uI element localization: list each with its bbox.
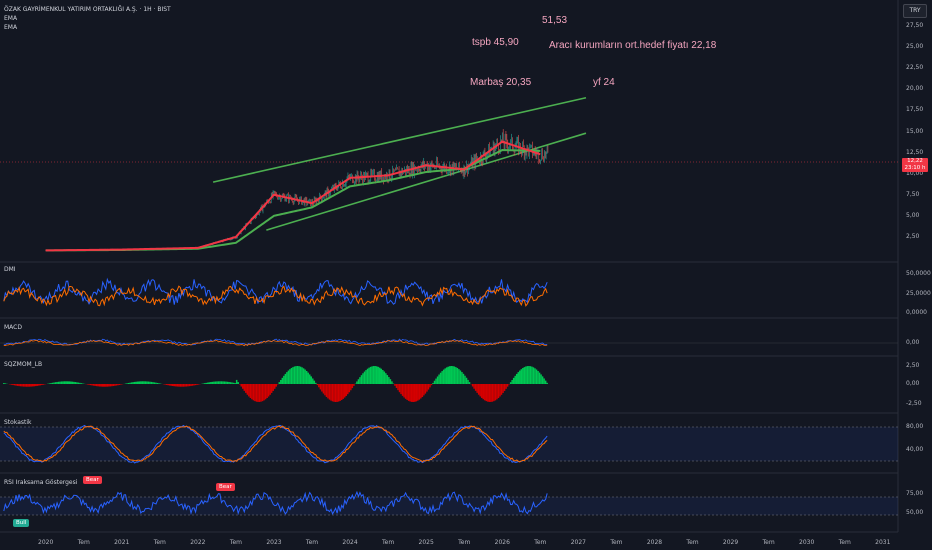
ema-slow-line: [45, 149, 541, 252]
macd-label[interactable]: MACD: [4, 324, 22, 331]
stoch-band: [0, 427, 898, 461]
sqz-tick-3: -2,50: [906, 400, 922, 407]
stoch-tick-1: 80,00: [906, 423, 924, 430]
chart-canvas[interactable]: [0, 0, 932, 550]
annotation-2[interactable]: tspb 45,90: [472, 37, 519, 48]
dmi-label[interactable]: DMI: [4, 266, 16, 273]
price-tick: 5,00: [906, 211, 920, 219]
time-tick: 2024: [342, 539, 358, 546]
chart-stage[interactable]: [0, 0, 932, 550]
dmi-tick-2: 25,0000: [906, 290, 931, 297]
price-tick: 25,00: [906, 43, 924, 51]
time-tick: Tem: [382, 539, 395, 546]
time-tick: Tem: [229, 539, 242, 546]
time-tick: Tem: [686, 539, 699, 546]
sqz-tick-1: 2,50: [906, 362, 920, 369]
time-tick: 2029: [722, 539, 739, 546]
time-tick: 2021: [114, 539, 130, 546]
time-tick: 2022: [190, 539, 206, 546]
last-price-countdown: 23:10 h: [904, 165, 926, 171]
rsi-bear-signal-1[interactable]: Bear: [83, 476, 102, 484]
sqzmom-label[interactable]: SQZMOM_LB: [4, 361, 42, 368]
rsi-tick-2: 50,00: [906, 509, 924, 516]
price-tick: 20,00: [906, 85, 924, 93]
time-tick: 2020: [38, 539, 54, 546]
time-tick: Tem: [762, 539, 775, 546]
currency-badge[interactable]: TRY: [903, 4, 927, 18]
time-tick: Tem: [610, 539, 623, 546]
macd-tick-1: 0,00: [906, 339, 920, 346]
dmi-tick-1: 50,0000: [906, 270, 931, 277]
price-tick: 15,00: [906, 127, 924, 135]
time-tick: 2030: [799, 539, 815, 546]
time-tick: 2023: [266, 539, 282, 546]
stoch-tick-2: 40,00: [906, 446, 924, 453]
ema-fast-line: [45, 140, 541, 252]
time-tick: 2025: [418, 539, 434, 546]
stoch-label[interactable]: Stokastik: [4, 419, 32, 426]
rsi-bull-signal[interactable]: Bull: [13, 519, 30, 527]
rsi-tick-1: 75,00: [906, 490, 924, 497]
annotation-3[interactable]: Aracı kurumların ort.hedef fiyatı 22,18: [549, 40, 716, 51]
dmi-tick-3: 0,0000: [906, 309, 927, 316]
indicator-ema-2[interactable]: EMA: [4, 23, 171, 32]
price-tick: 12,50: [906, 148, 924, 156]
last-price-tag: 12,22 23:10 h: [902, 158, 928, 172]
rsi-label[interactable]: RSI Iraksama Göstergesi: [4, 479, 77, 486]
price-tick: 17,50: [906, 106, 924, 114]
time-tick: Tem: [838, 539, 851, 546]
price-tick: 22,50: [906, 64, 924, 72]
symbol-title[interactable]: ÖZAK GAYRİMENKUL YATIRIM ORTAKLIĞI A.Ş. …: [4, 5, 171, 14]
sqz-tick-2: 0,00: [906, 380, 920, 387]
indicator-ema-1[interactable]: EMA: [4, 14, 171, 23]
time-tick: Tem: [77, 539, 90, 546]
time-tick: Tem: [534, 539, 547, 546]
price-tick: 2,50: [906, 232, 920, 240]
annotation-4[interactable]: Marbaş 20,35: [470, 77, 531, 88]
time-tick: 2031: [875, 539, 891, 546]
time-tick: Tem: [153, 539, 166, 546]
price-tick: 27,50: [906, 22, 924, 30]
time-tick: 2026: [494, 539, 510, 546]
time-tick: Tem: [305, 539, 319, 546]
chart-header: ÖZAK GAYRİMENKUL YATIRIM ORTAKLIĞI A.Ş. …: [4, 5, 171, 32]
time-tick: Tem: [458, 539, 471, 546]
last-price-value: 12,22: [907, 158, 923, 164]
time-tick: 2027: [570, 539, 586, 546]
time-tick: 2028: [646, 539, 663, 546]
channel-lower: [266, 132, 587, 231]
annotation-5[interactable]: yf 24: [593, 77, 615, 88]
channel-upper: [212, 96, 587, 183]
price-tick: 7,50: [906, 190, 920, 198]
annotation-1[interactable]: 51,53: [542, 15, 567, 26]
rsi-bear-signal-2[interactable]: Bear: [216, 483, 235, 491]
